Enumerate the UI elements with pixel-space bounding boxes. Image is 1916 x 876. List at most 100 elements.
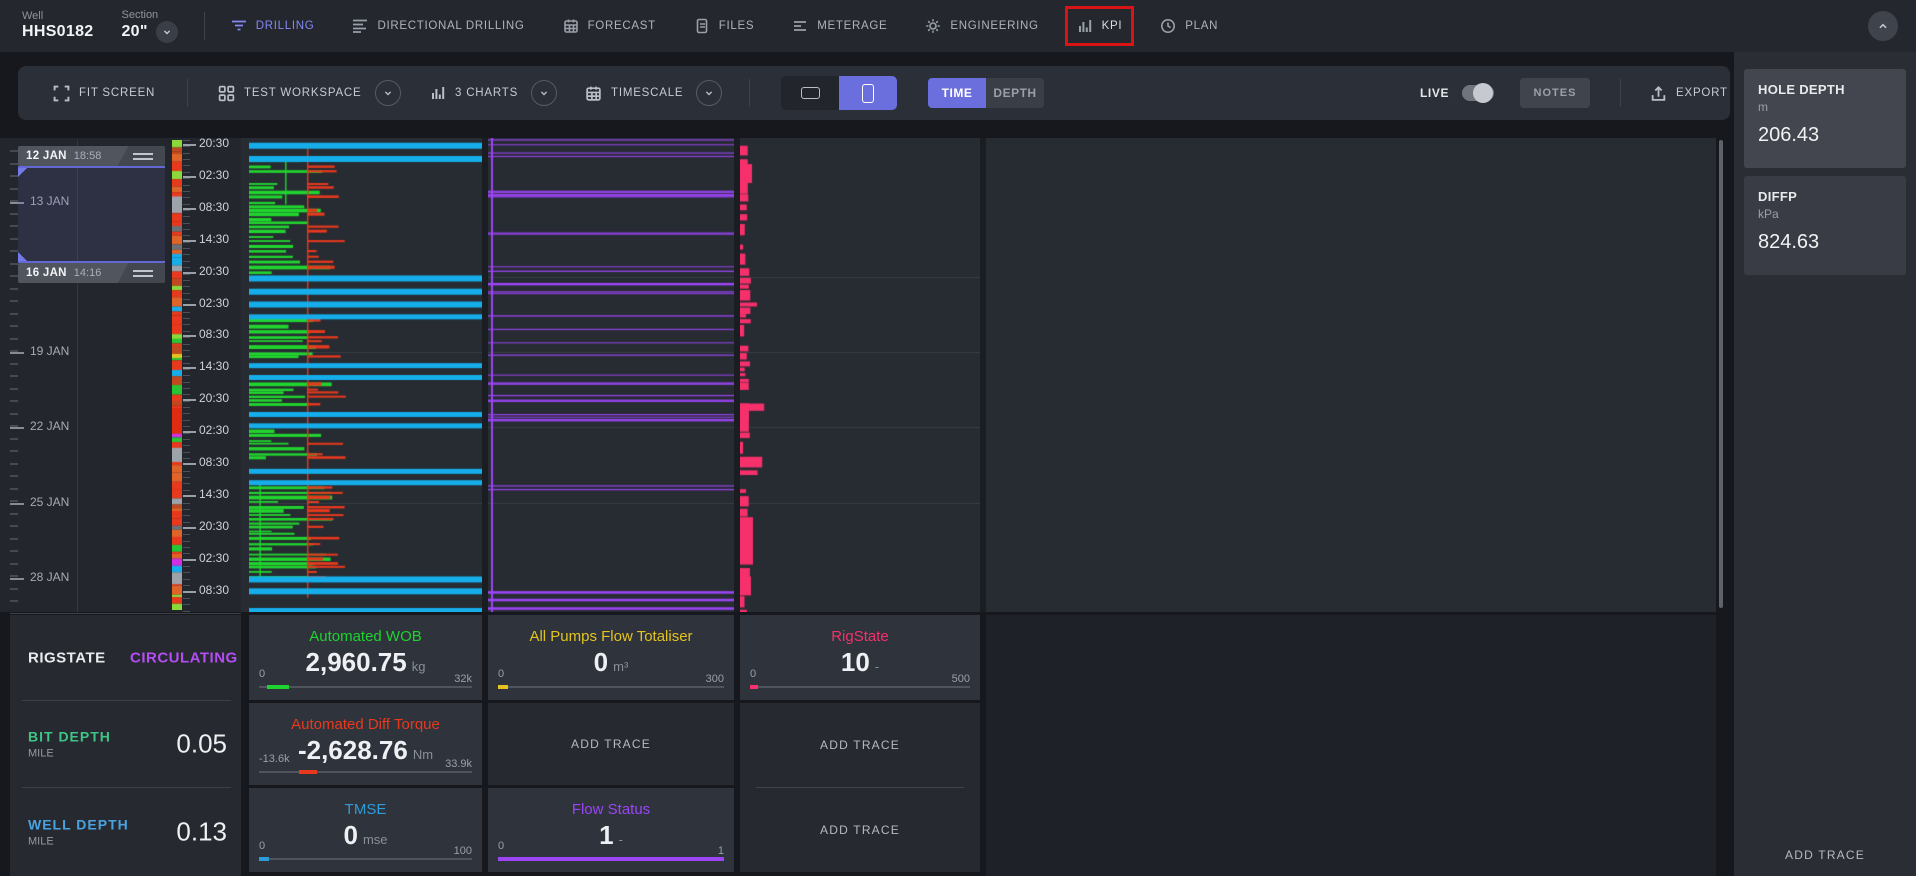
workspace-selector[interactable]: TEST WORKSPACE	[218, 66, 401, 120]
depth-mode-button[interactable]: DEPTH	[986, 78, 1044, 108]
timescale-chevron-down-icon[interactable]	[696, 80, 722, 106]
chart-region	[241, 138, 1716, 612]
value-marker	[267, 685, 289, 689]
time-depth-toggle: TIME DEPTH	[928, 78, 1044, 108]
sidebar-add-trace-button[interactable]: ADD TRACE	[1734, 848, 1916, 862]
value-marker	[750, 685, 758, 689]
portrait-orientation-button[interactable]	[839, 76, 897, 110]
top-navbar: Well HHS0182 Section 20" DRILLING DIRECT…	[0, 0, 1916, 52]
section-chevron-down-icon[interactable]	[156, 21, 178, 43]
wob-torque-chart[interactable]	[249, 138, 482, 612]
torque-value-panel[interactable]: Automated Diff Torque -2,628.76Nm -13.6k…	[249, 703, 482, 785]
orientation-toggle	[781, 76, 897, 110]
tab-directional-drilling[interactable]: DIRECTIONAL DRILLING	[352, 18, 524, 34]
portrait-icon	[862, 84, 874, 103]
tab-kpi[interactable]: KPI	[1077, 18, 1123, 34]
bit-depth-row: BIT DEPTH MILE 0.05	[10, 700, 241, 787]
directional-drilling-icon	[352, 18, 368, 34]
rigstate-color-strip	[172, 140, 182, 610]
workspace-chevron-down-icon[interactable]	[375, 80, 401, 106]
tab-forecast[interactable]: FORECAST	[563, 18, 656, 34]
landscape-orientation-button[interactable]	[781, 76, 839, 110]
time-axis: 20:3002:3008:3014:3020:3002:3008:3014:30…	[183, 138, 240, 612]
tab-files[interactable]: FILES	[694, 18, 754, 34]
tmse-value-panel[interactable]: TMSE 0mse 0 100	[249, 788, 482, 872]
well-value: HHS0182	[22, 23, 93, 41]
tab-drilling[interactable]: DRILLING	[231, 18, 315, 34]
live-label: LIVE	[1420, 86, 1449, 100]
empty-panel-area	[986, 615, 1716, 876]
stats-column: RIGSTATE CIRCULATING BIT DEPTH MILE 0.05…	[10, 615, 241, 876]
charts-chevron-down-icon[interactable]	[531, 80, 557, 106]
bar-chart-icon	[1077, 18, 1093, 34]
wob-value-panel[interactable]: Automated WOB 2,960.75kg 0 32k	[249, 615, 482, 700]
add-trace-panel: ADD TRACE ADD TRACE	[740, 703, 980, 872]
drag-handle-icon	[133, 270, 153, 280]
live-toggle[interactable]	[1462, 85, 1494, 101]
well-depth-value: 0.13	[176, 816, 227, 847]
chart-gap	[482, 138, 488, 612]
well-label: Well	[22, 10, 93, 23]
section-label: Section	[121, 9, 177, 22]
fit-screen-icon	[53, 85, 70, 102]
toolbar-divider	[749, 79, 750, 107]
time-mode-button[interactable]: TIME	[928, 78, 986, 108]
fit-screen-button[interactable]: FIT SCREEN	[53, 66, 155, 120]
section-value: 20"	[121, 23, 147, 41]
toggle-knob	[1473, 83, 1493, 103]
nav-divider	[204, 12, 205, 40]
range-start-handle[interactable]: 12 JAN 18:58	[18, 146, 165, 166]
export-button[interactable]: EXPORT	[1650, 66, 1728, 120]
hole-depth-card: HOLE DEPTH m 206.43	[1744, 69, 1906, 168]
time-range-selection[interactable]	[18, 166, 165, 263]
selection-marker-icon	[18, 168, 27, 177]
clock-icon	[1160, 18, 1176, 34]
add-trace-button[interactable]: ADD TRACE	[488, 703, 734, 785]
value-marker	[498, 857, 724, 861]
rigstate-label: RIGSTATE	[28, 649, 106, 666]
drag-handle-icon	[133, 153, 153, 163]
drilling-icon	[231, 18, 247, 34]
value-marker	[498, 685, 508, 689]
toolbar: FIT SCREEN TEST WORKSPACE 3 CHARTS TIMES…	[18, 66, 1730, 120]
calendar-icon	[563, 18, 579, 34]
file-icon	[694, 18, 710, 34]
bit-depth-value: 0.05	[176, 728, 227, 759]
collapse-chevron-up-button[interactable]	[1868, 11, 1898, 41]
flow-status-value-panel[interactable]: Flow Status 1- 0 1	[488, 788, 734, 872]
value-marker	[259, 857, 269, 861]
charts-bars-icon	[430, 85, 446, 101]
add-trace-button[interactable]: ADD TRACE	[740, 703, 980, 787]
charts-selector[interactable]: 3 CHARTS	[430, 66, 557, 120]
add-trace-button[interactable]: ADD TRACE	[740, 788, 980, 872]
timescale-calendar-icon	[585, 85, 602, 102]
tab-plan[interactable]: PLAN	[1160, 18, 1218, 34]
rigstate-value: CIRCULATING	[130, 649, 238, 666]
selection-marker-icon	[18, 252, 27, 261]
flow-totaliser-value-panel[interactable]: All Pumps Flow Totaliser 0m³ 0 300	[488, 615, 734, 700]
toolbar-divider	[187, 79, 188, 107]
vertical-scrollbar[interactable]	[1719, 140, 1723, 608]
chart-gap	[734, 138, 740, 612]
chart-gap	[980, 138, 986, 612]
notes-button[interactable]: NOTES	[1520, 78, 1590, 108]
rigstate-chart[interactable]	[740, 138, 980, 612]
tab-meterage[interactable]: METERAGE	[792, 18, 887, 34]
gear-icon	[925, 18, 941, 34]
timescale-selector[interactable]: TIMESCALE	[585, 66, 722, 120]
tab-engineering[interactable]: ENGINEERING	[925, 18, 1038, 34]
flow-totaliser-chart[interactable]	[488, 138, 734, 612]
range-end-handle[interactable]: 16 JAN 14:16	[18, 263, 165, 283]
landscape-icon	[801, 87, 820, 99]
divider	[10, 613, 241, 614]
right-sidebar: HOLE DEPTH m 206.43 DIFFP kPa 824.63 ADD…	[1734, 52, 1916, 876]
rigstate-value-panel[interactable]: RigState 10- 0 500	[740, 615, 980, 700]
section-selector[interactable]: Section 20"	[121, 9, 177, 44]
live-control: LIVE	[1420, 66, 1494, 120]
diffp-card: DIFFP kPa 824.63	[1744, 176, 1906, 275]
drilling-dashboard: Well HHS0182 Section 20" DRILLING DIRECT…	[0, 0, 1916, 876]
value-marker	[299, 770, 317, 774]
well-depth-label: WELL DEPTH	[28, 816, 129, 832]
export-upload-icon	[1650, 85, 1667, 102]
toolbar-divider	[1620, 79, 1621, 107]
